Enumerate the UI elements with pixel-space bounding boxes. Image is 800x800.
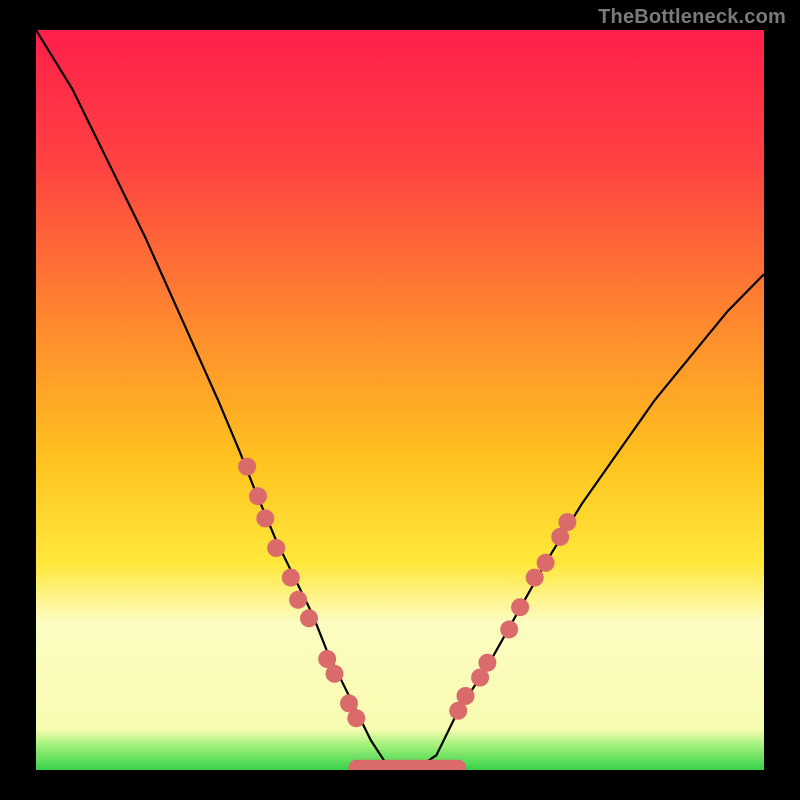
marker-point xyxy=(249,487,267,505)
marker-point xyxy=(478,654,496,672)
marker-point xyxy=(537,554,555,572)
marker-point xyxy=(500,620,518,638)
marker-point xyxy=(289,591,307,609)
bottleneck-chart xyxy=(0,0,800,800)
marker-point xyxy=(526,569,544,587)
marker-point xyxy=(238,458,256,476)
watermark-text: TheBottleneck.com xyxy=(598,6,786,29)
chart-stage: TheBottleneck.com xyxy=(0,0,800,800)
marker-point xyxy=(256,509,274,527)
marker-point xyxy=(511,598,529,616)
marker-point xyxy=(267,539,285,557)
marker-point xyxy=(347,709,365,727)
marker-point xyxy=(558,513,576,531)
marker-point xyxy=(300,609,318,627)
marker-point xyxy=(326,665,344,683)
marker-point xyxy=(457,687,475,705)
marker-point xyxy=(282,569,300,587)
